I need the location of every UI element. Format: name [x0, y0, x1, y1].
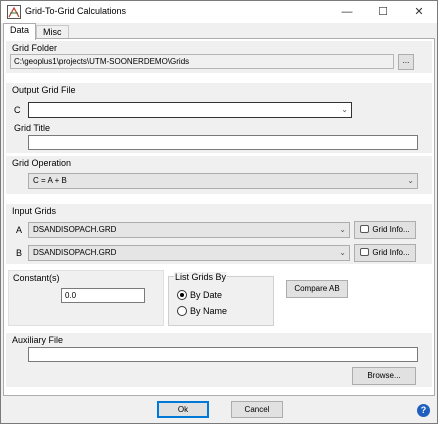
list-grids-by-label: List Grids By [174, 272, 228, 282]
grid-a-info-button[interactable]: Grid Info... [354, 221, 416, 239]
options-row: Constant(s) 0.0 List Grids By By Date By… [6, 270, 432, 330]
grid-b-info-label: Grid Info... [372, 248, 410, 257]
grid-title-input[interactable] [28, 135, 418, 150]
radio-selected-icon [177, 290, 187, 300]
constants-group: Constant(s) 0.0 [8, 270, 164, 326]
grid-to-grid-dialog: Grid-To-Grid Calculations — ☐ ✕ Data Mis… [0, 0, 438, 424]
grid-operation-label: Grid Operation [12, 158, 72, 168]
input-grids-label: Input Grids [12, 206, 57, 216]
input-grid-b-select[interactable]: DSANDISOPACH.GRD ⌄ [28, 245, 350, 261]
close-icon: ✕ [414, 6, 424, 18]
close-button[interactable]: ✕ [401, 1, 437, 23]
input-grid-a-select[interactable]: DSANDISOPACH.GRD ⌄ [28, 222, 350, 238]
data-tab-panel: Grid Folder C:\geoplus1\projects\UTM-SOO… [3, 38, 435, 396]
window-title: Grid-To-Grid Calculations [25, 6, 127, 16]
radio-by-date-label: By Date [190, 290, 223, 300]
tab-data[interactable]: Data [3, 23, 37, 40]
auxiliary-file-input[interactable] [28, 347, 418, 362]
maximize-icon: ☐ [378, 6, 388, 18]
grid-operation-select[interactable]: C = A + B ⌄ [28, 173, 418, 189]
tab-misc[interactable]: Misc [36, 25, 69, 39]
output-grid-combo[interactable]: ⌄ [28, 102, 352, 118]
tab-strip: Data Misc [1, 23, 437, 40]
output-grid-label: Output Grid File [12, 85, 76, 95]
input-grid-a-value: DSANDISOPACH.GRD [33, 225, 117, 234]
grid-operation-group: Grid Operation C = A + B ⌄ [6, 156, 432, 194]
compare-ab-button[interactable]: Compare AB [286, 280, 348, 298]
minimize-icon: — [341, 6, 353, 18]
output-grid-group: Output Grid File C ⌄ Grid Title [6, 83, 432, 153]
grid-info-icon [360, 225, 370, 233]
chevron-down-icon: ⌄ [339, 225, 346, 234]
constants-label: Constant(s) [13, 273, 60, 283]
radio-by-name[interactable]: By Name [177, 306, 227, 316]
radio-by-date[interactable]: By Date [177, 290, 222, 300]
radio-by-name-label: By Name [190, 306, 228, 316]
grid-operation-value: C = A + B [33, 176, 67, 185]
cancel-button[interactable]: Cancel [231, 401, 283, 418]
list-grids-by-group: List Grids By By Date By Name [168, 272, 274, 326]
auxiliary-browse-button[interactable]: Browse... [352, 367, 416, 385]
maximize-button[interactable]: ☐ [365, 1, 401, 23]
help-icon[interactable]: ? [417, 404, 430, 417]
grid-a-info-label: Grid Info... [372, 225, 410, 234]
constants-input[interactable]: 0.0 [61, 288, 145, 303]
grid-folder-browse-button[interactable]: ... [398, 54, 414, 70]
input-grid-a-prefix: A [16, 225, 23, 235]
input-grid-b-value: DSANDISOPACH.GRD [33, 248, 117, 257]
title-bar: Grid-To-Grid Calculations — ☐ ✕ [1, 1, 437, 23]
grid-folder-group: Grid Folder C:\geoplus1\projects\UTM-SOO… [6, 41, 432, 73]
grid-folder-path: C:\geoplus1\projects\UTM-SOONERDEMO\Grid… [10, 54, 394, 69]
chevron-down-icon: ⌄ [341, 105, 348, 114]
auxiliary-file-group: Auxiliary File Browse... [6, 333, 432, 387]
output-grid-prefix: C [14, 105, 21, 115]
app-grid-icon [7, 5, 21, 19]
grid-folder-label: Grid Folder [12, 43, 58, 53]
input-grid-b-prefix: B [16, 248, 23, 258]
chevron-down-icon: ⌄ [339, 248, 346, 257]
input-grids-group: Input Grids A DSANDISOPACH.GRD ⌄ Grid In… [6, 204, 432, 264]
radio-unselected-icon [177, 306, 187, 316]
ok-button[interactable]: Ok [157, 401, 209, 418]
grid-title-label: Grid Title [14, 123, 51, 133]
auxiliary-file-label: Auxiliary File [12, 335, 64, 345]
minimize-button[interactable]: — [329, 1, 365, 23]
grid-b-info-button[interactable]: Grid Info... [354, 244, 416, 262]
grid-info-icon [360, 248, 370, 256]
chevron-down-icon: ⌄ [407, 176, 414, 185]
